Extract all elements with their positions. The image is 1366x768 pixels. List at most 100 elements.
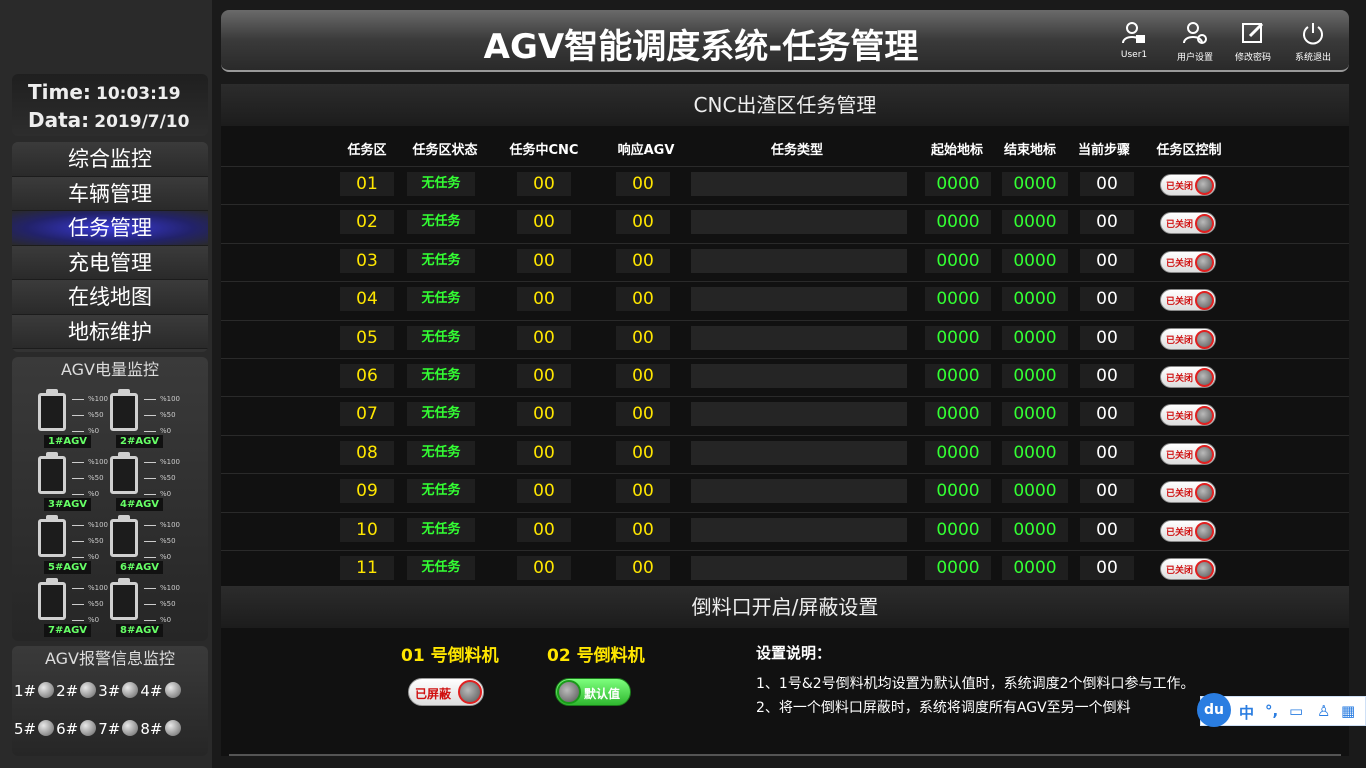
task-type: [691, 287, 907, 312]
task-row: 04 无任务 00 00 0000 0000 00 已关闭: [221, 281, 1349, 319]
nav-item[interactable]: 在线地图: [12, 280, 208, 315]
toggle-state: 已关闭: [1166, 450, 1194, 461]
response-agv: 00: [616, 325, 670, 350]
ime-punctuation[interactable]: °,: [1265, 702, 1278, 720]
task-zone: 08: [340, 440, 394, 465]
end-landmark: 0000: [1002, 210, 1068, 235]
task-zone-control-toggle[interactable]: 已关闭: [1160, 250, 1216, 273]
agv-battery-label: 7#AGV: [44, 624, 92, 637]
task-zone-control-toggle[interactable]: 已关闭: [1160, 404, 1216, 427]
task-main-panel: CNC出渣区任务管理 任务区 任务区状态 任务中CNC 响应AGV 任务类型 起始地标 结束…: [221, 84, 1349, 756]
alarm-led-icon: [38, 720, 55, 736]
task-row: 09 无任务 00 00 0000 0000 00 已关闭: [221, 473, 1349, 511]
battery-scale: %100 %50 %0: [72, 517, 108, 565]
toggle-knob: [1195, 444, 1214, 464]
start-landmark: 0000: [925, 248, 991, 273]
alarm-indicator: 5#: [14, 720, 55, 738]
task-row: 11 无任务 00 00 0000 0000 00 已关闭: [221, 550, 1349, 588]
battery-level: [38, 456, 66, 494]
ime-grid-icon[interactable]: ▦: [1341, 702, 1355, 720]
alarm-led-icon: [80, 682, 97, 698]
scale-mark: %50: [144, 470, 180, 486]
scale-mark: %100: [72, 517, 108, 533]
toggle-knob: [1195, 176, 1214, 195]
task-zone-control-toggle[interactable]: 已关闭: [1160, 174, 1216, 196]
hopper-02-toggle[interactable]: 默认值: [555, 678, 631, 706]
user-button-label: User1: [1120, 50, 1148, 60]
task-type: [691, 479, 907, 504]
response-agv: 00: [616, 479, 670, 504]
nav-item[interactable]: 车辆管理: [12, 176, 208, 211]
exit-system-label: 系统退出: [1294, 53, 1331, 63]
battery-scale: %100 %50 %0: [144, 580, 180, 628]
alarm-indicator: 3#: [98, 682, 139, 700]
end-landmark: 0000: [1002, 479, 1068, 504]
scale-mark: %100: [72, 454, 108, 470]
nav-item[interactable]: 综合监控: [12, 142, 208, 177]
user-button[interactable]: User1: [1106, 20, 1162, 60]
task-zone-control-toggle[interactable]: 已关闭: [1160, 519, 1216, 542]
user-settings-button[interactable]: 用户设置: [1167, 20, 1223, 63]
toggle-knob: [1195, 521, 1214, 541]
alarm-led-icon: [122, 682, 139, 698]
task-zone-control-toggle[interactable]: 已关闭: [1160, 481, 1216, 504]
task-type: [691, 364, 907, 388]
agv-battery: %100 %50 %0 4#AGV: [108, 452, 180, 512]
task-zone-status: 无任务: [407, 172, 475, 196]
battery-level: [38, 582, 66, 620]
task-row: 05 无任务 00 00 0000 0000 00 已关闭: [221, 319, 1349, 358]
alarm-indicator: 7#: [98, 720, 139, 738]
alarm-row: 5# 6# 7# 8#: [14, 720, 183, 738]
scale-mark: %100: [144, 454, 180, 470]
alarm-agv-label: 7#: [98, 720, 121, 738]
nav-item[interactable]: 充电管理: [12, 245, 208, 280]
hopper-02-label: 02 号倒料机: [547, 646, 645, 666]
task-zone: 09: [340, 479, 394, 504]
toggle-state: 已关闭: [1166, 374, 1194, 384]
alarm-agv-label: 3#: [98, 682, 121, 700]
task-cnc: 00: [517, 364, 571, 388]
task-zone-status: 无任务: [407, 479, 475, 504]
task-zone-control-toggle[interactable]: 已关闭: [1160, 558, 1216, 580]
task-type: [691, 248, 907, 273]
column-header: 任务区状态: [412, 143, 478, 158]
response-agv: 00: [616, 172, 670, 196]
battery-scale: %100 %50 %0: [144, 517, 180, 565]
agv-battery-label: 5#AGV: [44, 561, 92, 574]
agv-battery: %100 %50 %0 3#AGV: [36, 452, 108, 512]
toggle-knob: [1195, 329, 1214, 349]
start-landmark: 0000: [925, 172, 991, 196]
task-zone-control-toggle[interactable]: 已关闭: [1160, 366, 1216, 388]
task-zone-control-toggle[interactable]: 已关闭: [1160, 327, 1216, 350]
nav-item[interactable]: 任务管理: [12, 211, 208, 246]
toggle-knob: [1195, 483, 1214, 503]
start-landmark: 0000: [925, 440, 991, 465]
task-zone-control-toggle[interactable]: 已关闭: [1160, 212, 1216, 235]
toggle-state: 已关闭: [1166, 489, 1194, 500]
hopper-01-toggle[interactable]: 已屏蔽: [408, 678, 484, 706]
ime-user-icon[interactable]: ♙: [1317, 702, 1330, 720]
response-agv: 00: [616, 402, 670, 427]
task-zone-control-toggle[interactable]: 已关闭: [1160, 442, 1216, 465]
start-landmark: 0000: [925, 364, 991, 388]
task-type: [691, 172, 907, 196]
end-landmark: 0000: [1002, 364, 1068, 388]
ime-toolbar[interactable]: du 中 °, ▭ ♙ ▦: [1197, 693, 1366, 727]
ime-keyboard-icon[interactable]: ▭: [1289, 702, 1303, 720]
response-agv: 00: [616, 440, 670, 465]
ime-chinese-mode[interactable]: 中: [1239, 702, 1254, 723]
toggle-state: 已关闭: [1166, 412, 1194, 423]
column-header: 当前步骤: [1077, 143, 1130, 158]
scale-mark: %50: [144, 533, 180, 549]
exit-system-button[interactable]: 系统退出: [1285, 20, 1341, 63]
battery-monitor-title: AGV电量监控: [60, 360, 159, 379]
alarm-monitor-title: AGV报警信息监控: [44, 649, 175, 668]
scale-mark: %50: [72, 533, 108, 549]
change-password-button[interactable]: 修改密码: [1225, 20, 1281, 63]
task-zone-control-toggle[interactable]: 已关闭: [1160, 289, 1216, 312]
app-header: AGV智能调度系统-任务管理 User1 用户设置 修改密码 系统退出: [221, 10, 1349, 72]
nav-item[interactable]: 地标维护: [12, 314, 208, 349]
current-step: 00: [1080, 479, 1134, 504]
ime-logo[interactable]: du: [1197, 693, 1231, 727]
toggle-knob: [1195, 368, 1214, 387]
